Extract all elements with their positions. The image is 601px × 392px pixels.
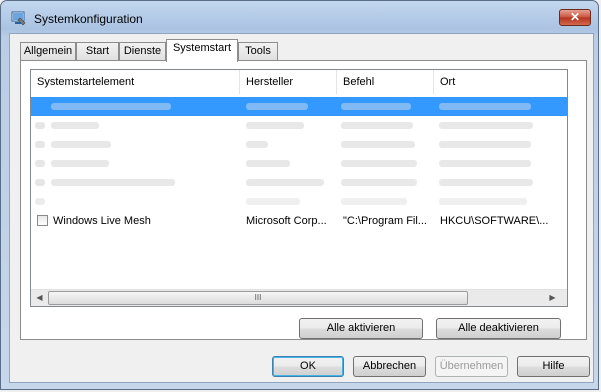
window-title: Systemkonfiguration: [34, 12, 143, 26]
table-row[interactable]: [31, 116, 567, 135]
table-row[interactable]: Windows Live Mesh Microsoft Corp... "C:\…: [31, 212, 567, 231]
tab-allgemein[interactable]: Allgemein: [20, 42, 76, 60]
startup-item-location: HKCU\SOFTWARE\...: [440, 215, 549, 227]
scroll-grip-icon: III: [254, 293, 262, 302]
startup-item-checkbox[interactable]: [37, 215, 48, 226]
column-header-location[interactable]: Ort: [434, 70, 567, 94]
apply-button[interactable]: Übernehmen: [435, 356, 508, 377]
startup-item-manufacturer: Microsoft Corp...: [246, 215, 327, 227]
scroll-left-icon[interactable]: ◀: [31, 290, 48, 306]
cancel-button[interactable]: Abbrechen: [353, 356, 426, 377]
msconfig-icon: [11, 11, 26, 26]
disable-all-button[interactable]: Alle deaktivieren: [436, 318, 561, 339]
systemstart-panel: Systemstartelement Hersteller Befehl Ort: [20, 60, 587, 340]
startup-item-name: Windows Live Mesh: [53, 215, 151, 227]
system-config-window: Systemkonfiguration ✕ Allgemein Start Di…: [0, 0, 599, 390]
dialog-body: Allgemein Start Dienste Systemstart Tool…: [9, 33, 594, 383]
column-header-element[interactable]: Systemstartelement: [31, 70, 240, 94]
help-button[interactable]: Hilfe: [517, 356, 590, 377]
close-button[interactable]: ✕: [559, 9, 591, 26]
scroll-right-icon[interactable]: ▶: [544, 290, 561, 306]
tab-tools[interactable]: Tools: [238, 42, 278, 60]
ok-button[interactable]: OK: [272, 356, 344, 377]
scroll-thumb[interactable]: III: [48, 291, 468, 305]
table-row[interactable]: [31, 173, 567, 192]
horizontal-scrollbar[interactable]: ◀ III ▶: [31, 289, 567, 306]
startup-item-command: "C:\Program Fil...: [343, 215, 427, 227]
tab-start[interactable]: Start: [76, 42, 119, 60]
tab-systemstart[interactable]: Systemstart: [166, 39, 238, 62]
column-header-manufacturer[interactable]: Hersteller: [240, 70, 337, 94]
enable-all-button[interactable]: Alle aktivieren: [299, 318, 423, 339]
table-row[interactable]: [31, 192, 567, 211]
tab-dienste[interactable]: Dienste: [119, 42, 166, 60]
close-icon: ✕: [569, 10, 581, 24]
table-row[interactable]: [31, 135, 567, 154]
startup-items-list[interactable]: Systemstartelement Hersteller Befehl Ort: [30, 69, 568, 307]
column-header-command[interactable]: Befehl: [337, 70, 434, 94]
table-row[interactable]: [31, 154, 567, 173]
title-bar[interactable]: Systemkonfiguration ✕: [1, 1, 598, 35]
table-row[interactable]: [31, 97, 567, 116]
